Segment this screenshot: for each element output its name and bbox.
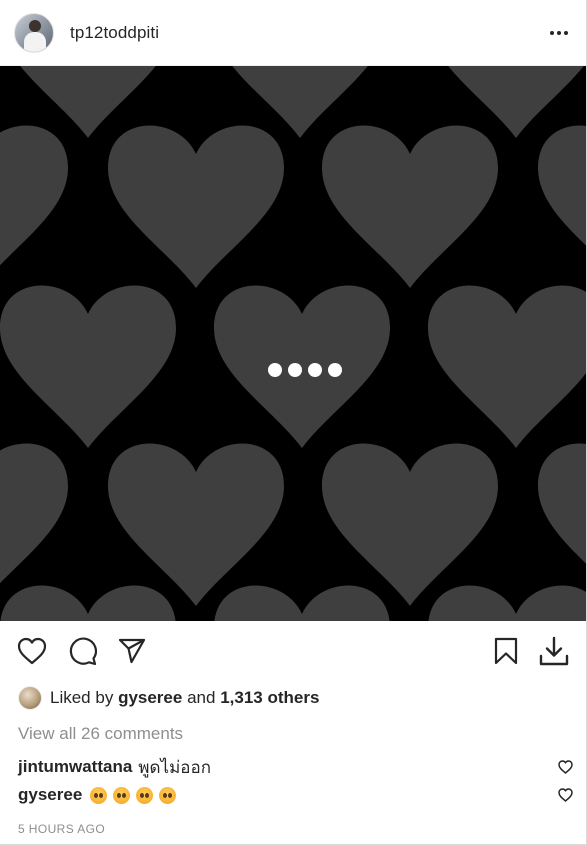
pleading-face-emoji-icon <box>113 786 131 804</box>
pleading-face-emoji-icon <box>90 786 108 804</box>
heart-pattern-image <box>0 66 586 621</box>
post-media[interactable] <box>0 66 586 621</box>
share-button[interactable] <box>114 633 150 669</box>
pleading-face-emoji-icon <box>136 786 154 804</box>
comment-row: jintumwattana พูดไม่ออก <box>18 756 573 778</box>
post-timestamp: 5 HOURS AGO <box>18 822 106 836</box>
comment-emoji-group <box>90 786 177 804</box>
heart-outline-icon <box>558 760 573 774</box>
carousel-dot <box>268 363 282 377</box>
liker-avatar[interactable] <box>18 686 42 710</box>
paper-plane-icon <box>118 638 146 664</box>
carousel-indicator <box>268 363 342 377</box>
view-all-comments-link[interactable]: View all 26 comments <box>18 724 183 744</box>
more-options-icon[interactable] <box>550 25 568 41</box>
likes-conjunction: and <box>187 688 216 707</box>
post-username[interactable]: tp12toddpiti <box>70 23 159 43</box>
likes-prefix: Liked by <box>50 688 114 707</box>
bookmark-icon <box>494 637 518 665</box>
carousel-dot <box>308 363 322 377</box>
liker-username[interactable]: gyseree <box>118 688 182 708</box>
comment-button[interactable] <box>64 633 100 669</box>
comment-username[interactable]: jintumwattana <box>18 757 132 777</box>
comment-like-button[interactable] <box>558 788 573 802</box>
pleading-face-emoji-icon <box>159 786 177 804</box>
comment-row: gyseree <box>18 784 573 806</box>
save-button[interactable] <box>488 633 524 669</box>
comment-bubble-icon <box>69 637 97 666</box>
like-button[interactable] <box>14 633 50 669</box>
comment-text: พูดไม่ออก <box>138 757 212 777</box>
post-header: tp12toddpiti <box>0 0 586 66</box>
download-button[interactable] <box>536 633 572 669</box>
heart-outline-icon <box>17 637 47 665</box>
download-icon <box>539 636 569 666</box>
carousel-dot <box>328 363 342 377</box>
likes-others-link[interactable]: 1,313 others <box>220 688 319 708</box>
post-actions <box>0 630 586 672</box>
likes-summary: Liked by gyseree and 1,313 others <box>18 685 319 711</box>
heart-outline-icon <box>558 788 573 802</box>
instagram-post: tp12toddpiti Liked by gyseree and 1,313 … <box>0 0 587 845</box>
avatar[interactable] <box>14 12 54 53</box>
comment-like-button[interactable] <box>558 760 573 774</box>
comment-username[interactable]: gyseree <box>18 785 82 805</box>
carousel-dot <box>288 363 302 377</box>
